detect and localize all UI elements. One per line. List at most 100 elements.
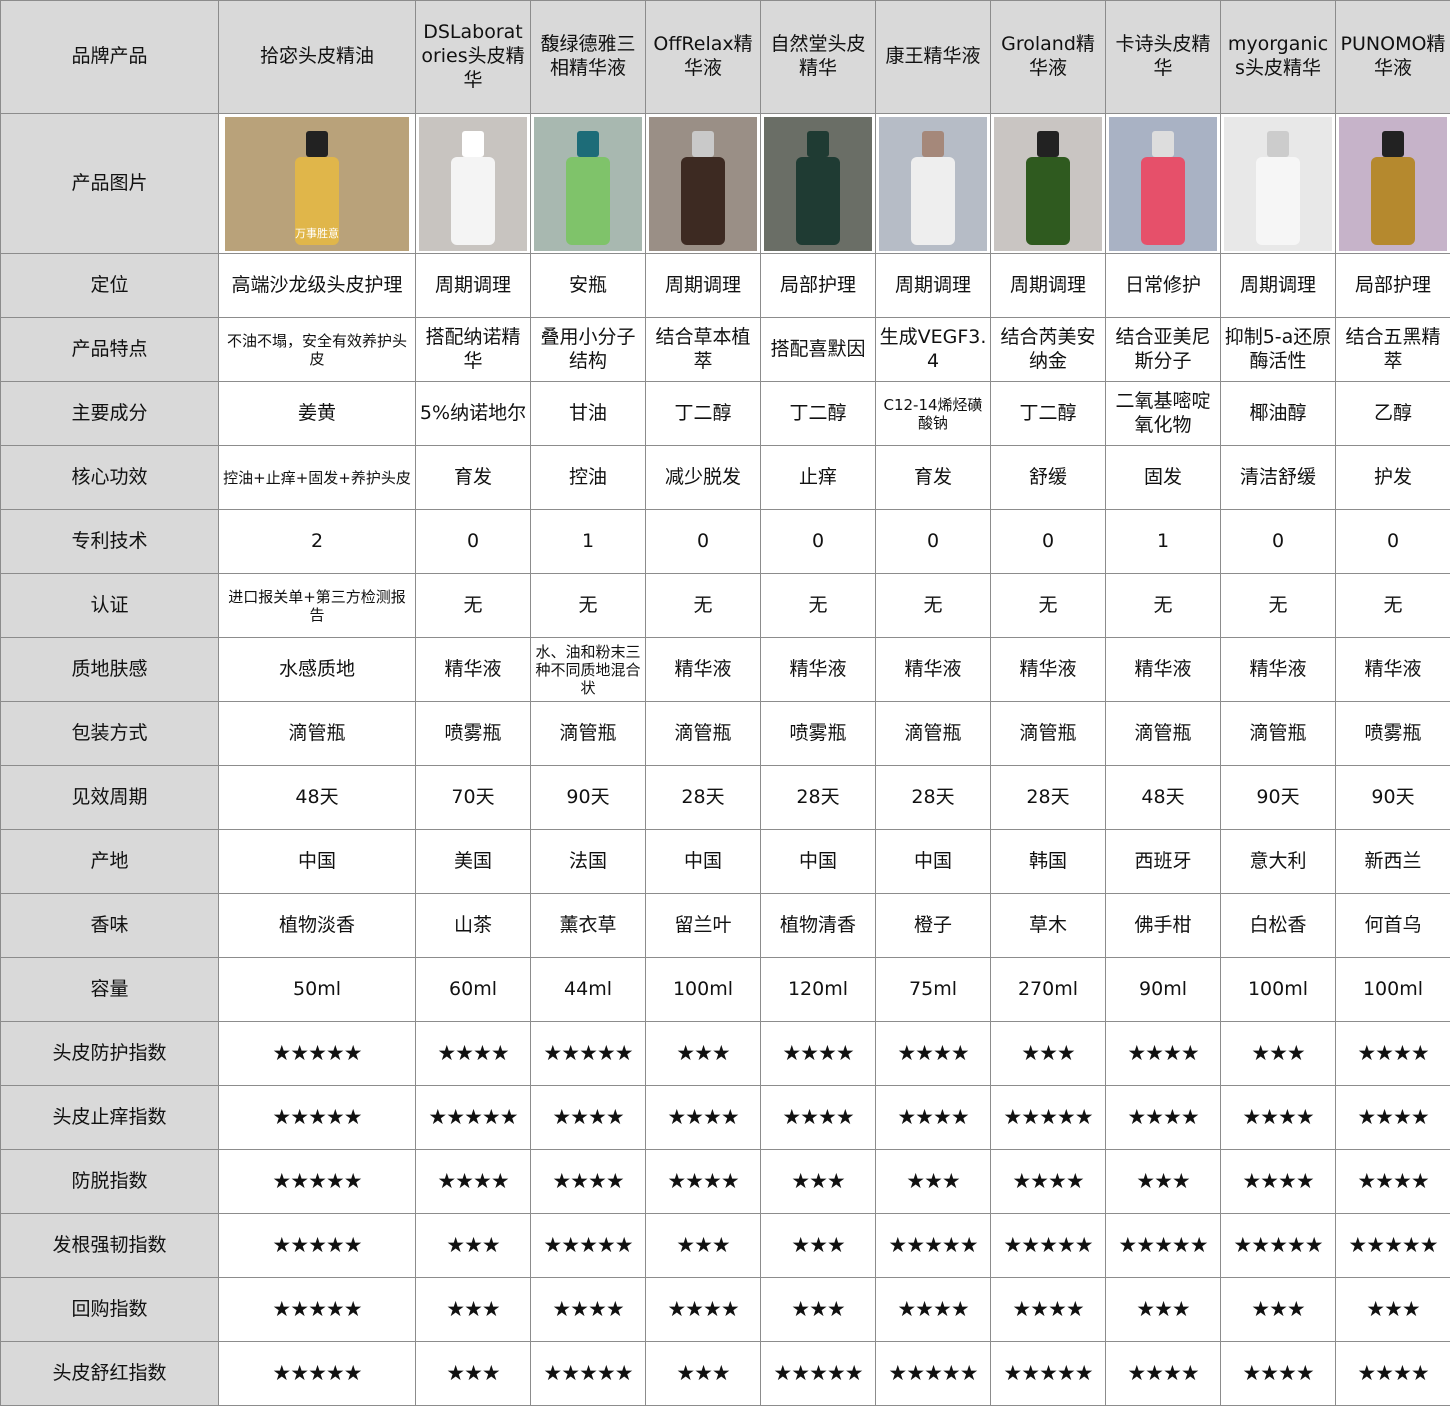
image-row: 产品图片 万事胜意 bbox=[0, 113, 1450, 254]
star-rating: ★★★★ bbox=[1335, 1341, 1450, 1406]
star-rating: ★★★ bbox=[1105, 1149, 1221, 1214]
table-cell: 韩国 bbox=[990, 829, 1106, 894]
table-row: 核心功效 控油+止痒+固发+养护头皮 育发 控油 减少脱发 止痒 育发 舒缓 固发 清洁舒缓 护发 bbox=[0, 445, 1450, 510]
row-label: 核心功效 bbox=[0, 445, 219, 510]
star-rating: ★★★ bbox=[760, 1213, 876, 1278]
row-label: 产地 bbox=[0, 829, 219, 894]
table-cell: 喷雾瓶 bbox=[760, 701, 876, 766]
table-cell: 0 bbox=[1220, 509, 1336, 574]
product-name-cell: OffRelax精华液 bbox=[645, 0, 761, 114]
star-rating: ★★★ bbox=[1220, 1021, 1336, 1086]
table-cell: 无 bbox=[990, 573, 1106, 638]
bottle-body-icon bbox=[566, 156, 610, 245]
image-row-label: 产品图片 bbox=[0, 113, 219, 254]
table-cell: 120ml bbox=[760, 957, 876, 1022]
product-image-cell bbox=[1335, 113, 1450, 254]
table-cell: 精华液 bbox=[415, 637, 531, 702]
star-rating: ★★★★★ bbox=[218, 1021, 416, 1086]
star-rating: ★★★★★ bbox=[990, 1341, 1106, 1406]
table-cell: 0 bbox=[990, 509, 1106, 574]
table-cell: 固发 bbox=[1105, 445, 1221, 510]
table-row: 主要成分 姜黄 5%纳诺地尔 甘油 丁二醇 丁二醇 C12-14烯烃磺酸钠 丁二醇 二氧基嘧啶氧… bbox=[0, 381, 1450, 446]
table-cell: 育发 bbox=[415, 445, 531, 510]
row-label: 包装方式 bbox=[0, 701, 219, 766]
row-label: 回购指数 bbox=[0, 1277, 219, 1342]
star-rating: ★★★★★ bbox=[415, 1085, 531, 1150]
star-rating: ★★★★★ bbox=[875, 1213, 991, 1278]
bottle-cap-icon bbox=[1152, 130, 1174, 157]
star-rating: ★★★★★ bbox=[530, 1021, 646, 1086]
table-cell: 精华液 bbox=[875, 637, 991, 702]
table-cell: 何首乌 bbox=[1335, 893, 1450, 958]
bottle-body-icon bbox=[1026, 156, 1070, 245]
star-rating: ★★★★★ bbox=[1220, 1213, 1336, 1278]
bottle-body-icon bbox=[681, 156, 725, 245]
table-cell: 滴管瓶 bbox=[875, 701, 991, 766]
table-cell: 28天 bbox=[990, 765, 1106, 830]
star-rating: ★★★★ bbox=[645, 1277, 761, 1342]
table-cell: 白松香 bbox=[1220, 893, 1336, 958]
green-drop-bottle-photo bbox=[994, 116, 1102, 251]
table-cell: 60ml bbox=[415, 957, 531, 1022]
row-label: 香味 bbox=[0, 893, 219, 958]
table-cell: 270ml bbox=[990, 957, 1106, 1022]
star-rating: ★★★★★ bbox=[760, 1341, 876, 1406]
green-bottle-photo bbox=[764, 116, 872, 251]
spray-bottle-photo bbox=[419, 116, 527, 251]
star-rating: ★★★★★ bbox=[218, 1213, 416, 1278]
star-rating: ★★★★★ bbox=[530, 1213, 646, 1278]
star-rating: ★★★★★ bbox=[875, 1341, 991, 1406]
header-label: 品牌产品 bbox=[0, 0, 219, 114]
table-cell: 滴管瓶 bbox=[645, 701, 761, 766]
product-image-cell bbox=[990, 113, 1106, 254]
star-rating: ★★★ bbox=[645, 1341, 761, 1406]
table-cell: 法国 bbox=[530, 829, 646, 894]
star-rating: ★★★★★ bbox=[218, 1341, 416, 1406]
rating-row: 回购指数 ★★★★★ ★★★ ★★★★ ★★★★ ★★★ ★★★★ ★★★★ ★★★ ★★★ ★★★ bbox=[0, 1277, 1450, 1342]
table-cell: 植物清香 bbox=[760, 893, 876, 958]
image-caption: 万事胜意 bbox=[294, 226, 339, 240]
table-cell: 水感质地 bbox=[218, 637, 416, 702]
table-cell: 0 bbox=[760, 509, 876, 574]
table-cell: 0 bbox=[645, 509, 761, 574]
table-cell: 滴管瓶 bbox=[990, 701, 1106, 766]
star-rating: ★★★ bbox=[415, 1213, 531, 1278]
product-name-cell: Groland精华液 bbox=[990, 0, 1106, 114]
table-cell: 椰油醇 bbox=[1220, 381, 1336, 446]
bottle-body-icon bbox=[1141, 156, 1185, 245]
star-rating: ★★★★★ bbox=[218, 1085, 416, 1150]
star-rating: ★★★ bbox=[1335, 1277, 1450, 1342]
rating-row: 头皮舒红指数 ★★★★★ ★★★ ★★★★★ ★★★ ★★★★★ ★★★★★ ★★★★★ ★★★… bbox=[0, 1341, 1450, 1406]
table-cell: 意大利 bbox=[1220, 829, 1336, 894]
star-rating: ★★★★ bbox=[1335, 1085, 1450, 1150]
star-rating: ★★★★ bbox=[1335, 1021, 1450, 1086]
star-rating: ★★★★ bbox=[875, 1021, 991, 1086]
table-cell: 90天 bbox=[1335, 765, 1450, 830]
star-rating: ★★★★ bbox=[1220, 1149, 1336, 1214]
star-rating: ★★★ bbox=[1105, 1277, 1221, 1342]
table-cell: 结合亚美尼斯分子 bbox=[1105, 317, 1221, 382]
table-cell: 50ml bbox=[218, 957, 416, 1022]
table-cell: 精华液 bbox=[760, 637, 876, 702]
table-cell: 无 bbox=[530, 573, 646, 638]
row-label: 质地肤感 bbox=[0, 637, 219, 702]
table-cell: 山茶 bbox=[415, 893, 531, 958]
table-cell: 控油+止痒+固发+养护头皮 bbox=[218, 445, 416, 510]
table-cell: 2 bbox=[218, 509, 416, 574]
star-rating: ★★★★★ bbox=[218, 1149, 416, 1214]
star-rating: ★★★★★ bbox=[990, 1213, 1106, 1278]
product-name-cell: DSLaboratories头皮精华 bbox=[415, 0, 531, 114]
table-cell: 无 bbox=[645, 573, 761, 638]
table-cell: 中国 bbox=[218, 829, 416, 894]
table-cell: 甘油 bbox=[530, 381, 646, 446]
star-rating: ★★★ bbox=[875, 1149, 991, 1214]
table-cell: 喷雾瓶 bbox=[415, 701, 531, 766]
serum-dropper-bottle-photo: 万事胜意 bbox=[224, 116, 410, 251]
table-cell: 结合草本植萃 bbox=[645, 317, 761, 382]
white-box-bottle-photo bbox=[1224, 116, 1332, 251]
table-cell: 无 bbox=[1105, 573, 1221, 638]
table-cell: 滴管瓶 bbox=[218, 701, 416, 766]
table-cell: 无 bbox=[875, 573, 991, 638]
table-cell: 0 bbox=[875, 509, 991, 574]
table-cell: 护发 bbox=[1335, 445, 1450, 510]
